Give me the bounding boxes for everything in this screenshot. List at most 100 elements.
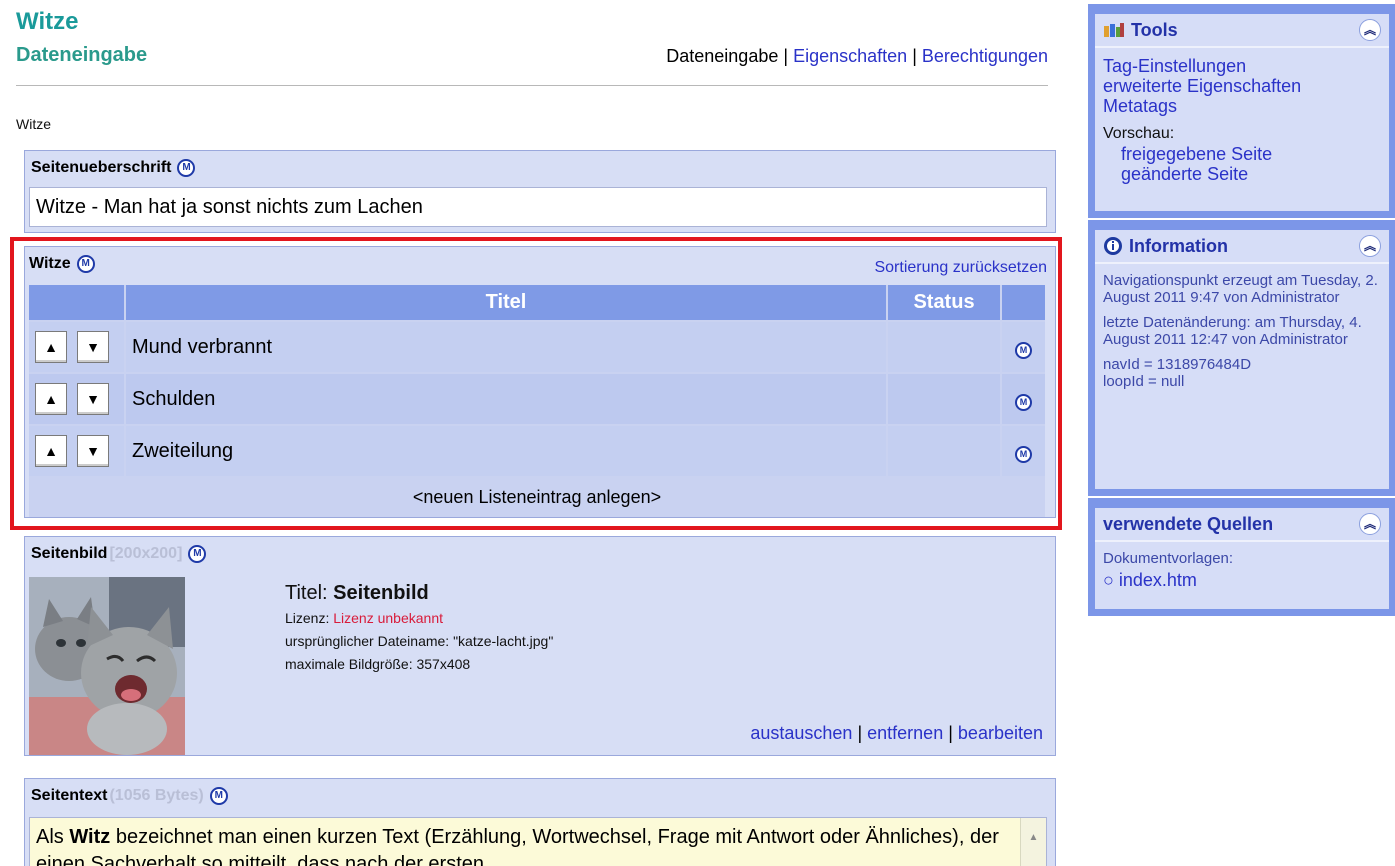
row-title[interactable]: Zweiteilung xyxy=(125,424,888,477)
reset-sort-link[interactable]: Sortierung zurücksetzen xyxy=(874,259,1047,277)
metadata-icon[interactable]: M xyxy=(1015,393,1032,411)
page-text-editor[interactable]: Als Witz bezeichnet man einen kurzen Tex… xyxy=(29,817,1047,866)
preview-released-link[interactable]: freigegebene Seite xyxy=(1103,144,1383,164)
remove-image-link[interactable]: entfernen xyxy=(867,723,943,743)
image-maxsize: maximale Bildgröße: 357x408 xyxy=(285,656,471,672)
row-metadata-cell: M xyxy=(1001,424,1045,477)
created-info: Navigationspunkt erzeugt am Tuesday, 2. … xyxy=(1103,272,1378,306)
image-license-line: Lizenz: Lizenz unbekannt xyxy=(285,607,553,630)
extended-properties-link[interactable]: erweiterte Eigenschaften xyxy=(1103,76,1383,96)
tab-eigenschaften[interactable]: Eigenschaften xyxy=(793,46,907,66)
table-row: ▲ ▼ Mund verbrannt M xyxy=(29,320,1045,373)
collapse-information-icon[interactable]: ︽ xyxy=(1359,235,1381,257)
column-header-actions xyxy=(1001,285,1045,321)
text-panel-label: Seitentext xyxy=(31,787,108,804)
action-separator: | xyxy=(857,723,863,743)
tools-title-wrap: Tools xyxy=(1103,20,1178,41)
move-down-button[interactable]: ▼ xyxy=(77,331,109,363)
sources-box: verwendete Quellen ︽ Dokumentvorlagen: ○… xyxy=(1088,498,1395,616)
template-link[interactable]: index.htm xyxy=(1119,570,1197,590)
information-title: Information xyxy=(1129,235,1228,256)
heading-panel-label: Seitenueberschrift xyxy=(31,159,172,176)
view-tabs: Dateneingabe | Eigenschaften | Berechtig… xyxy=(666,46,1048,67)
bullet-icon: ○ xyxy=(1103,570,1114,590)
tab-dateneingabe: Dateneingabe xyxy=(666,46,779,66)
jokes-list-panel: Witze M Sortierung zurücksetzen Titel St… xyxy=(24,246,1056,518)
edit-image-link[interactable]: bearbeiten xyxy=(958,723,1043,743)
page-image-thumbnail[interactable] xyxy=(29,577,185,755)
information-header: Information ︽ xyxy=(1095,230,1389,264)
metadata-icon[interactable]: M xyxy=(188,545,207,563)
row-status xyxy=(887,320,1002,373)
header-divider xyxy=(16,85,1048,86)
navid-info: navId = 1318976484D xyxy=(1103,356,1252,373)
tab-separator: | xyxy=(783,46,789,66)
heading-panel-header: Seitenueberschrift M xyxy=(31,159,1049,177)
metadata-icon[interactable]: M xyxy=(76,255,95,273)
list-item[interactable]: ○ index.htm xyxy=(1103,569,1383,591)
metadata-icon[interactable]: M xyxy=(209,787,228,805)
metatags-link[interactable]: Metatags xyxy=(1103,96,1383,116)
list-panel-label: Witze xyxy=(29,255,71,272)
preview-label: Vorschau: xyxy=(1103,125,1175,142)
text-rest: bezeichnet man einen kurzen Text (Erzähl… xyxy=(36,826,999,866)
row-title[interactable]: Mund verbrannt xyxy=(125,320,888,373)
metadata-icon[interactable]: M xyxy=(177,159,196,177)
page-image-panel: Seitenbild [200x200] M Titel: Seitenbild… xyxy=(24,536,1056,756)
tools-icon xyxy=(1104,23,1124,37)
templates-label: Dokumentvorlagen: xyxy=(1103,550,1234,567)
row-status xyxy=(887,372,1002,425)
jokes-table: Titel Status ▲ ▼ Mund verbrannt M ▲ ▼ Schu… xyxy=(29,285,1045,517)
text-prefix: Als xyxy=(36,826,70,848)
breadcrumb: Witze xyxy=(16,116,51,132)
move-up-button[interactable]: ▲ xyxy=(35,435,67,467)
image-filename: ursprünglicher Dateiname: "katze-lacht.j… xyxy=(285,633,554,649)
move-down-button[interactable]: ▼ xyxy=(77,435,109,467)
collapse-tools-icon[interactable]: ︽ xyxy=(1359,19,1381,41)
replace-image-link[interactable]: austauschen xyxy=(750,723,852,743)
information-box: Information ︽ Navigationspunkt erzeugt a… xyxy=(1088,220,1395,496)
move-up-button[interactable]: ▲ xyxy=(35,383,67,415)
metadata-icon[interactable]: M xyxy=(1015,445,1032,463)
move-down-button[interactable]: ▼ xyxy=(77,383,109,415)
image-panel-header: Seitenbild [200x200] M xyxy=(31,545,1049,563)
image-title-line: Titel: Seitenbild xyxy=(285,579,553,607)
table-header-row: Titel Status xyxy=(29,285,1045,321)
row-metadata-cell: M xyxy=(1001,320,1045,373)
row-controls: ▲ ▼ xyxy=(29,320,126,373)
text-scrollbar[interactable]: ▲ xyxy=(1020,818,1046,866)
laughing-cat-image xyxy=(29,577,185,755)
row-controls: ▲ ▼ xyxy=(29,424,126,477)
preview-changed-link[interactable]: geänderte Seite xyxy=(1103,164,1383,184)
row-status xyxy=(887,424,1002,477)
sources-header: verwendete Quellen ︽ xyxy=(1095,508,1389,542)
tag-settings-link[interactable]: Tag-Einstellungen xyxy=(1103,56,1383,76)
sources-title: verwendete Quellen xyxy=(1103,513,1274,534)
changed-info: letzte Datenänderung: am Thursday, 4. Au… xyxy=(1103,314,1362,348)
tab-separator: | xyxy=(912,46,917,66)
image-panel-label: Seitenbild xyxy=(31,545,108,562)
text-size-hint: (1056 Bytes) xyxy=(109,787,204,804)
text-bold-word: Witz xyxy=(69,826,111,848)
tab-berechtigungen[interactable]: Berechtigungen xyxy=(922,46,1048,66)
image-license-label: Lizenz: xyxy=(285,610,330,626)
row-title[interactable]: Schulden xyxy=(125,372,888,425)
row-controls: ▲ ▼ xyxy=(29,372,126,425)
collapse-sources-icon[interactable]: ︽ xyxy=(1359,513,1381,535)
loopid-info: loopId = null xyxy=(1103,373,1185,390)
info-icon xyxy=(1104,237,1122,255)
tools-header: Tools ︽ xyxy=(1095,14,1389,48)
image-license-value: Lizenz unbekannt xyxy=(333,610,444,626)
page-text-panel: Seitentext (1056 Bytes) M Als Witz bezei… xyxy=(24,778,1056,866)
metadata-icon[interactable]: M xyxy=(1015,341,1032,359)
new-entry-link[interactable]: <neuen Listeneintrag anlegen> xyxy=(29,476,1045,517)
table-row: ▲ ▼ Schulden M xyxy=(29,372,1045,425)
table-row: ▲ ▼ Zweiteilung M xyxy=(29,424,1045,477)
page-heading-input[interactable] xyxy=(29,187,1047,227)
move-up-button[interactable]: ▲ xyxy=(35,331,67,363)
scroll-up-icon[interactable]: ▲ xyxy=(1021,824,1046,851)
column-header-status: Status xyxy=(887,285,1002,321)
image-metadata: Titel: Seitenbild Lizenz: Lizenz unbekan… xyxy=(285,579,553,676)
row-metadata-cell: M xyxy=(1001,372,1045,425)
image-size-hint: [200x200] xyxy=(109,545,183,562)
